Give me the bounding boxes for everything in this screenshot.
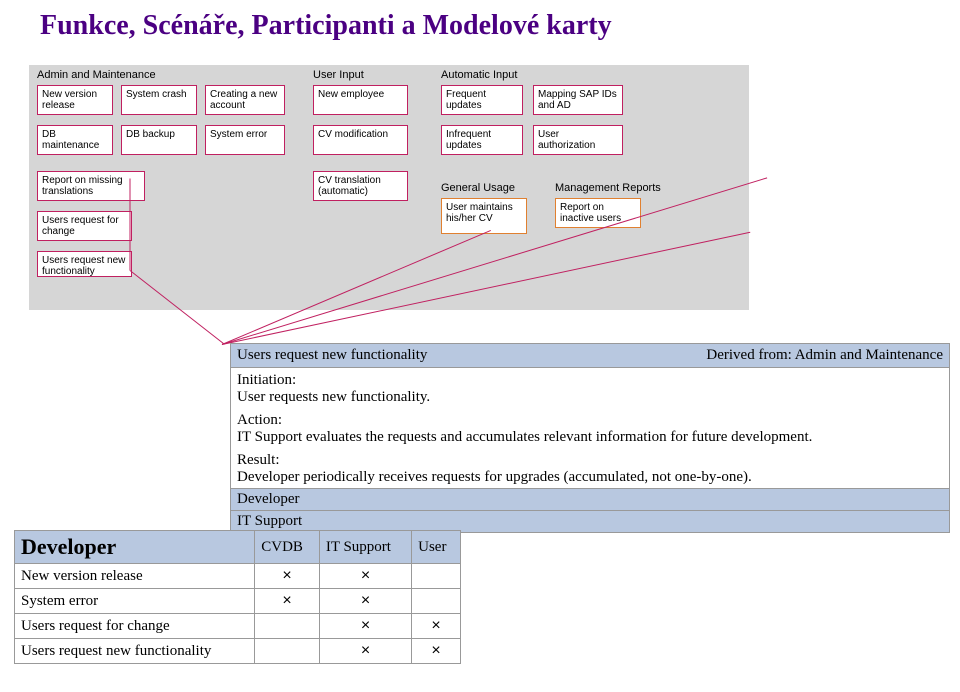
card-user-authorization: User authorization — [533, 125, 623, 155]
resp-cell: × — [319, 614, 411, 639]
card-cv-modification: CV modification — [313, 125, 408, 155]
resp-cell — [412, 589, 461, 614]
scenario-initiation-label: Initiation: — [237, 372, 943, 389]
resp-cell — [255, 614, 320, 639]
card-users-request-change: Users request for change — [37, 211, 132, 241]
scenario-action-label: Action: — [237, 412, 943, 429]
page-title: Funkce, Scénáře, Participanti a Modelové… — [40, 10, 960, 42]
table-row: System error × × — [15, 589, 461, 614]
resp-cell: × — [412, 639, 461, 664]
card-report-inactive-users: Report on inactive users — [555, 198, 641, 228]
group-management-reports: Management Reports Report on inactive us… — [551, 180, 671, 240]
scenario-name: Users request new functionality — [237, 347, 427, 364]
scenario-derived: Derived from: Admin and Maintenance — [706, 347, 943, 364]
resp-cell: × — [412, 614, 461, 639]
scenario-result-text: Developer periodically receives requests… — [237, 469, 943, 486]
card-new-version-release: New version release — [37, 85, 113, 115]
resp-col-itsupport: IT Support — [319, 531, 411, 564]
resp-cell: × — [319, 589, 411, 614]
resp-row-label: Users request new functionality — [15, 639, 255, 664]
group-label-general-usage: General Usage — [441, 182, 537, 194]
group-label-management-reports: Management Reports — [555, 182, 671, 194]
resp-cell: × — [319, 564, 411, 589]
card-user-maintains-cv: User maintains his/her CV — [441, 198, 527, 234]
scenario-header: Users request new functionality Derived … — [230, 343, 950, 368]
scenario-card: Users request new functionality Derived … — [230, 343, 950, 533]
resp-row-label: System error — [15, 589, 255, 614]
connector-line — [130, 179, 131, 271]
card-new-employee: New employee — [313, 85, 408, 115]
resp-cell: × — [255, 589, 320, 614]
table-row: New version release × × — [15, 564, 461, 589]
group-automatic-input: Automatic Input Frequent updates Mapping… — [437, 67, 637, 159]
card-frequent-updates: Frequent updates — [441, 85, 523, 115]
resp-cell: × — [319, 639, 411, 664]
responsibility-table: Developer CVDB IT Support User New versi… — [14, 530, 461, 664]
scenario-initiation-text: User requests new functionality. — [237, 389, 943, 406]
card-mapping-sap: Mapping SAP IDs and AD — [533, 85, 623, 115]
scenario-result-label: Result: — [237, 452, 943, 469]
scenario-body: Initiation: User requests new functional… — [230, 368, 950, 489]
group-label-automatic-input: Automatic Input — [441, 69, 637, 81]
card-db-backup: DB backup — [121, 125, 197, 155]
resp-cell: × — [255, 564, 320, 589]
resp-cell — [412, 564, 461, 589]
card-infrequent-updates: Infrequent updates — [441, 125, 523, 155]
card-cv-translation: CV translation (automatic) — [313, 171, 408, 201]
group-admin: Admin and Maintenance New version releas… — [33, 67, 291, 281]
scenario-participant-developer: Developer — [230, 489, 950, 511]
card-system-crash: System crash — [121, 85, 197, 115]
resp-col-user: User — [412, 531, 461, 564]
group-label-user-input: User Input — [313, 69, 419, 81]
resp-row-label: New version release — [15, 564, 255, 589]
table-row: Users request for change × × — [15, 614, 461, 639]
table-row: Users request new functionality × × — [15, 639, 461, 664]
resp-cell — [255, 639, 320, 664]
resp-row-label: Users request for change — [15, 614, 255, 639]
scenario-action-text: IT Support evaluates the requests and ac… — [237, 429, 943, 446]
group-label-admin: Admin and Maintenance — [37, 69, 291, 81]
card-system-error: System error — [205, 125, 285, 155]
resp-col-cvdb: CVDB — [255, 531, 320, 564]
card-creating-new-account: Creating a new account — [205, 85, 285, 115]
resp-actor: Developer — [15, 531, 255, 564]
card-users-request-new-functionality: Users request new functionality — [37, 251, 132, 277]
card-db-maintenance: DB maintenance — [37, 125, 113, 155]
group-user-input: User Input New employee CV modification … — [309, 67, 419, 237]
